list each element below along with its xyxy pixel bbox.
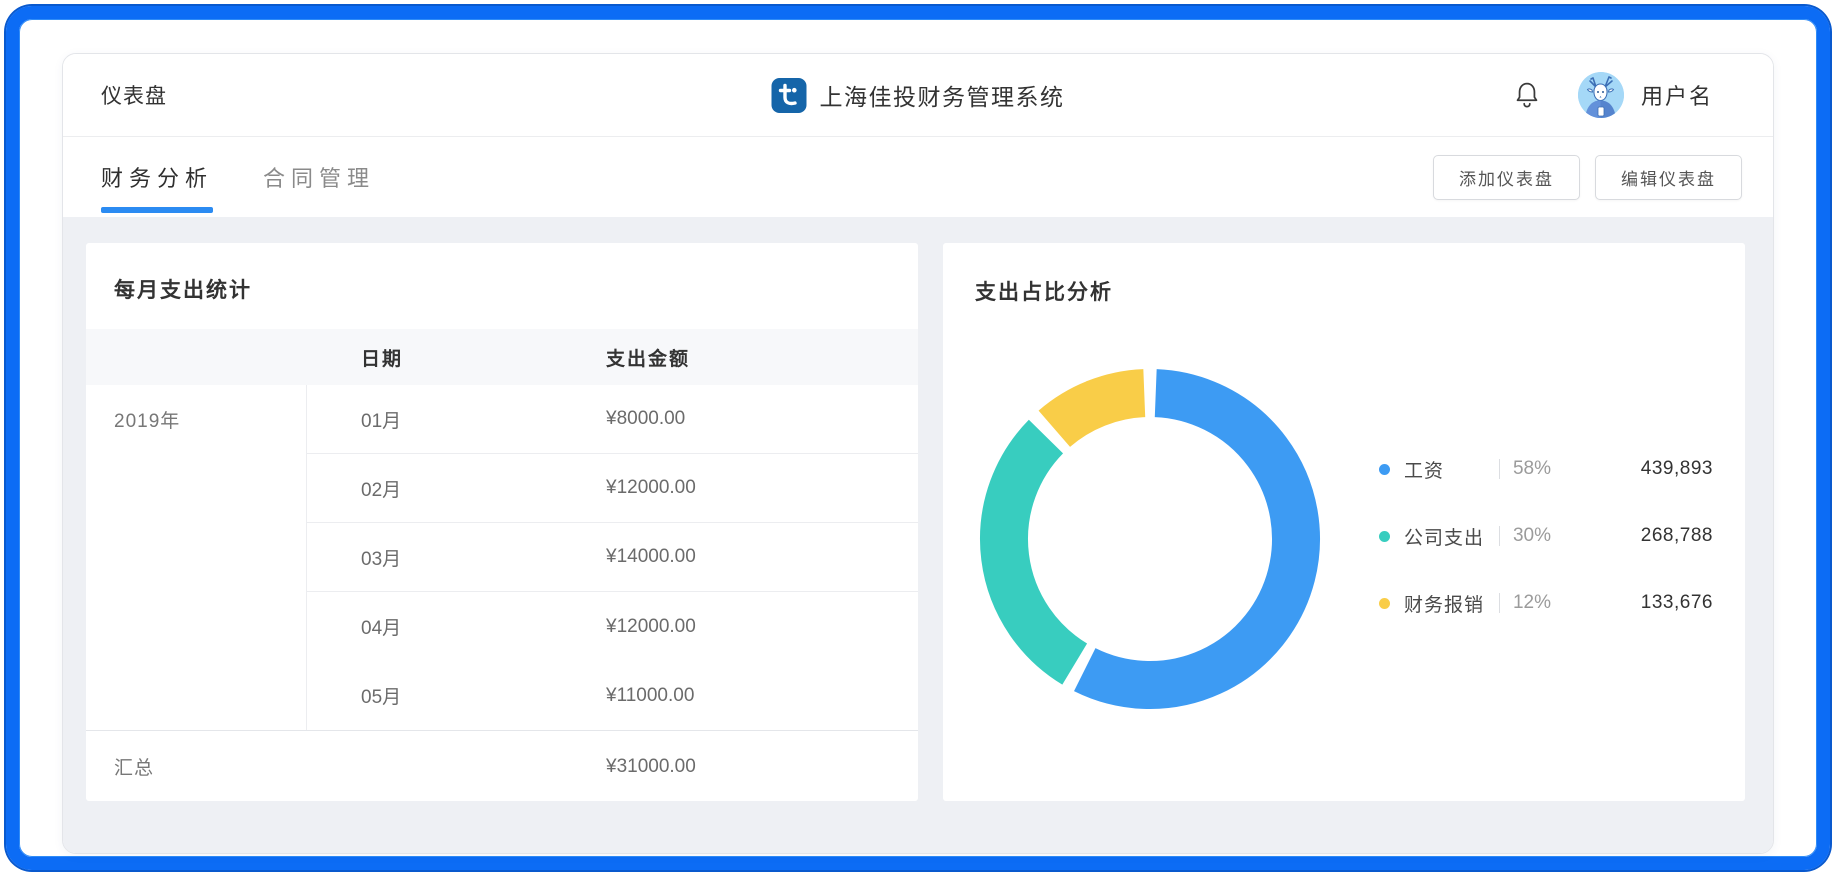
legend-label: 工资	[1404, 456, 1499, 483]
month-cell: 04月	[306, 613, 561, 640]
legend-percent: 58%	[1513, 458, 1577, 480]
notification-bell-icon[interactable]	[1512, 78, 1542, 112]
table-header-row: 日期 支出金额	[86, 329, 918, 385]
year-column-divider	[306, 385, 307, 730]
legend-item-company-expense[interactable]: 公司支出 30% 268,788	[1379, 516, 1713, 556]
summary-row: 汇总 ¥31000.00	[86, 730, 918, 802]
legend-value: 439,893	[1577, 458, 1713, 480]
table-row: 05月 ¥11000.00	[86, 661, 918, 730]
month-cell: 01月	[306, 406, 561, 433]
page: 仪表盘 上海佳投财务管理系统	[0, 0, 1836, 876]
content: 每月支出统计 日期 支出金额 2019年 01月 ¥8000.00	[63, 217, 1773, 853]
tab-contract-management[interactable]: 合同管理	[263, 137, 375, 217]
legend-separator	[1499, 459, 1500, 479]
summary-amount: ¥31000.00	[561, 756, 918, 778]
legend-percent: 30%	[1513, 525, 1577, 547]
table-header-date: 日期	[306, 344, 561, 371]
table-header-amount: 支出金额	[561, 344, 918, 371]
month-cell: 03月	[306, 544, 561, 571]
amount-cell: ¥12000.00	[561, 477, 918, 499]
app-window: 仪表盘 上海佳投财务管理系统	[62, 53, 1774, 854]
donut-segment-0[interactable]	[1085, 393, 1296, 685]
user-avatar[interactable]	[1578, 72, 1624, 118]
table-row: 2019年 01月 ¥8000.00	[86, 385, 918, 454]
logo-glyph-icon	[772, 78, 807, 113]
header: 仪表盘 上海佳投财务管理系统	[63, 54, 1773, 137]
table-body: 2019年 01月 ¥8000.00 02月 ¥12000.00	[86, 385, 918, 730]
legend-item-salary[interactable]: 工资 58% 439,893	[1379, 449, 1713, 489]
amount-cell: ¥8000.00	[561, 408, 918, 430]
tab-bar: 财务分析 合同管理 添加仪表盘 编辑仪表盘	[63, 137, 1773, 217]
donut-segment-1[interactable]	[1004, 437, 1075, 664]
active-tab-underline	[101, 207, 213, 213]
add-dashboard-button[interactable]: 添加仪表盘	[1433, 155, 1580, 200]
app-title: 上海佳投财务管理系统	[820, 78, 1065, 112]
month-cell: 05月	[306, 682, 561, 709]
summary-label: 汇总	[86, 753, 306, 780]
brand: 上海佳投财务管理系统	[772, 54, 1065, 136]
tab-label: 合同管理	[263, 161, 375, 193]
legend-label: 财务报销	[1404, 590, 1499, 617]
legend-value: 133,676	[1577, 592, 1713, 614]
ratio-card-title: 支出占比分析	[943, 243, 1745, 306]
expense-ratio-card: 支出占比分析 工资 58% 439,893 公司支出	[943, 243, 1745, 801]
year-cell: 2019年	[86, 385, 306, 454]
amount-cell: ¥11000.00	[561, 685, 918, 707]
legend-label: 公司支出	[1404, 523, 1499, 550]
legend-separator	[1499, 593, 1500, 613]
legend-dot-icon	[1379, 531, 1390, 542]
amount-cell: ¥14000.00	[561, 546, 918, 568]
username[interactable]: 用户名	[1641, 79, 1713, 111]
edit-dashboard-button[interactable]: 编辑仪表盘	[1595, 155, 1742, 200]
legend-separator	[1499, 526, 1500, 546]
table-row: 04月 ¥12000.00	[86, 592, 918, 661]
donut-segment-2[interactable]	[1054, 393, 1144, 429]
monthly-expense-card: 每月支出统计 日期 支出金额 2019年 01月 ¥8000.00	[86, 243, 918, 801]
donut-chart[interactable]	[976, 365, 1324, 713]
expense-card-title: 每月支出统计	[86, 243, 918, 329]
header-right: 用户名	[1512, 72, 1713, 118]
legend-item-reimbursement[interactable]: 财务报销 12% 133,676	[1379, 583, 1713, 623]
legend-dot-icon	[1379, 464, 1390, 475]
legend-percent: 12%	[1513, 592, 1577, 614]
page-title: 仪表盘	[101, 80, 167, 110]
legend-dot-icon	[1379, 598, 1390, 609]
chart-legend: 工资 58% 439,893 公司支出 30% 268,788	[1379, 449, 1713, 650]
tab-financial-analysis[interactable]: 财务分析	[101, 137, 213, 217]
toolbar: 添加仪表盘 编辑仪表盘	[1433, 155, 1742, 200]
donut-chart-area	[976, 365, 1324, 713]
app-logo-icon	[772, 78, 807, 113]
table-row: 02月 ¥12000.00	[86, 454, 918, 523]
amount-cell: ¥12000.00	[561, 616, 918, 638]
month-cell: 02月	[306, 475, 561, 502]
tab-label: 财务分析	[101, 161, 213, 193]
table-row: 03月 ¥14000.00	[86, 523, 918, 592]
legend-value: 268,788	[1577, 525, 1713, 547]
